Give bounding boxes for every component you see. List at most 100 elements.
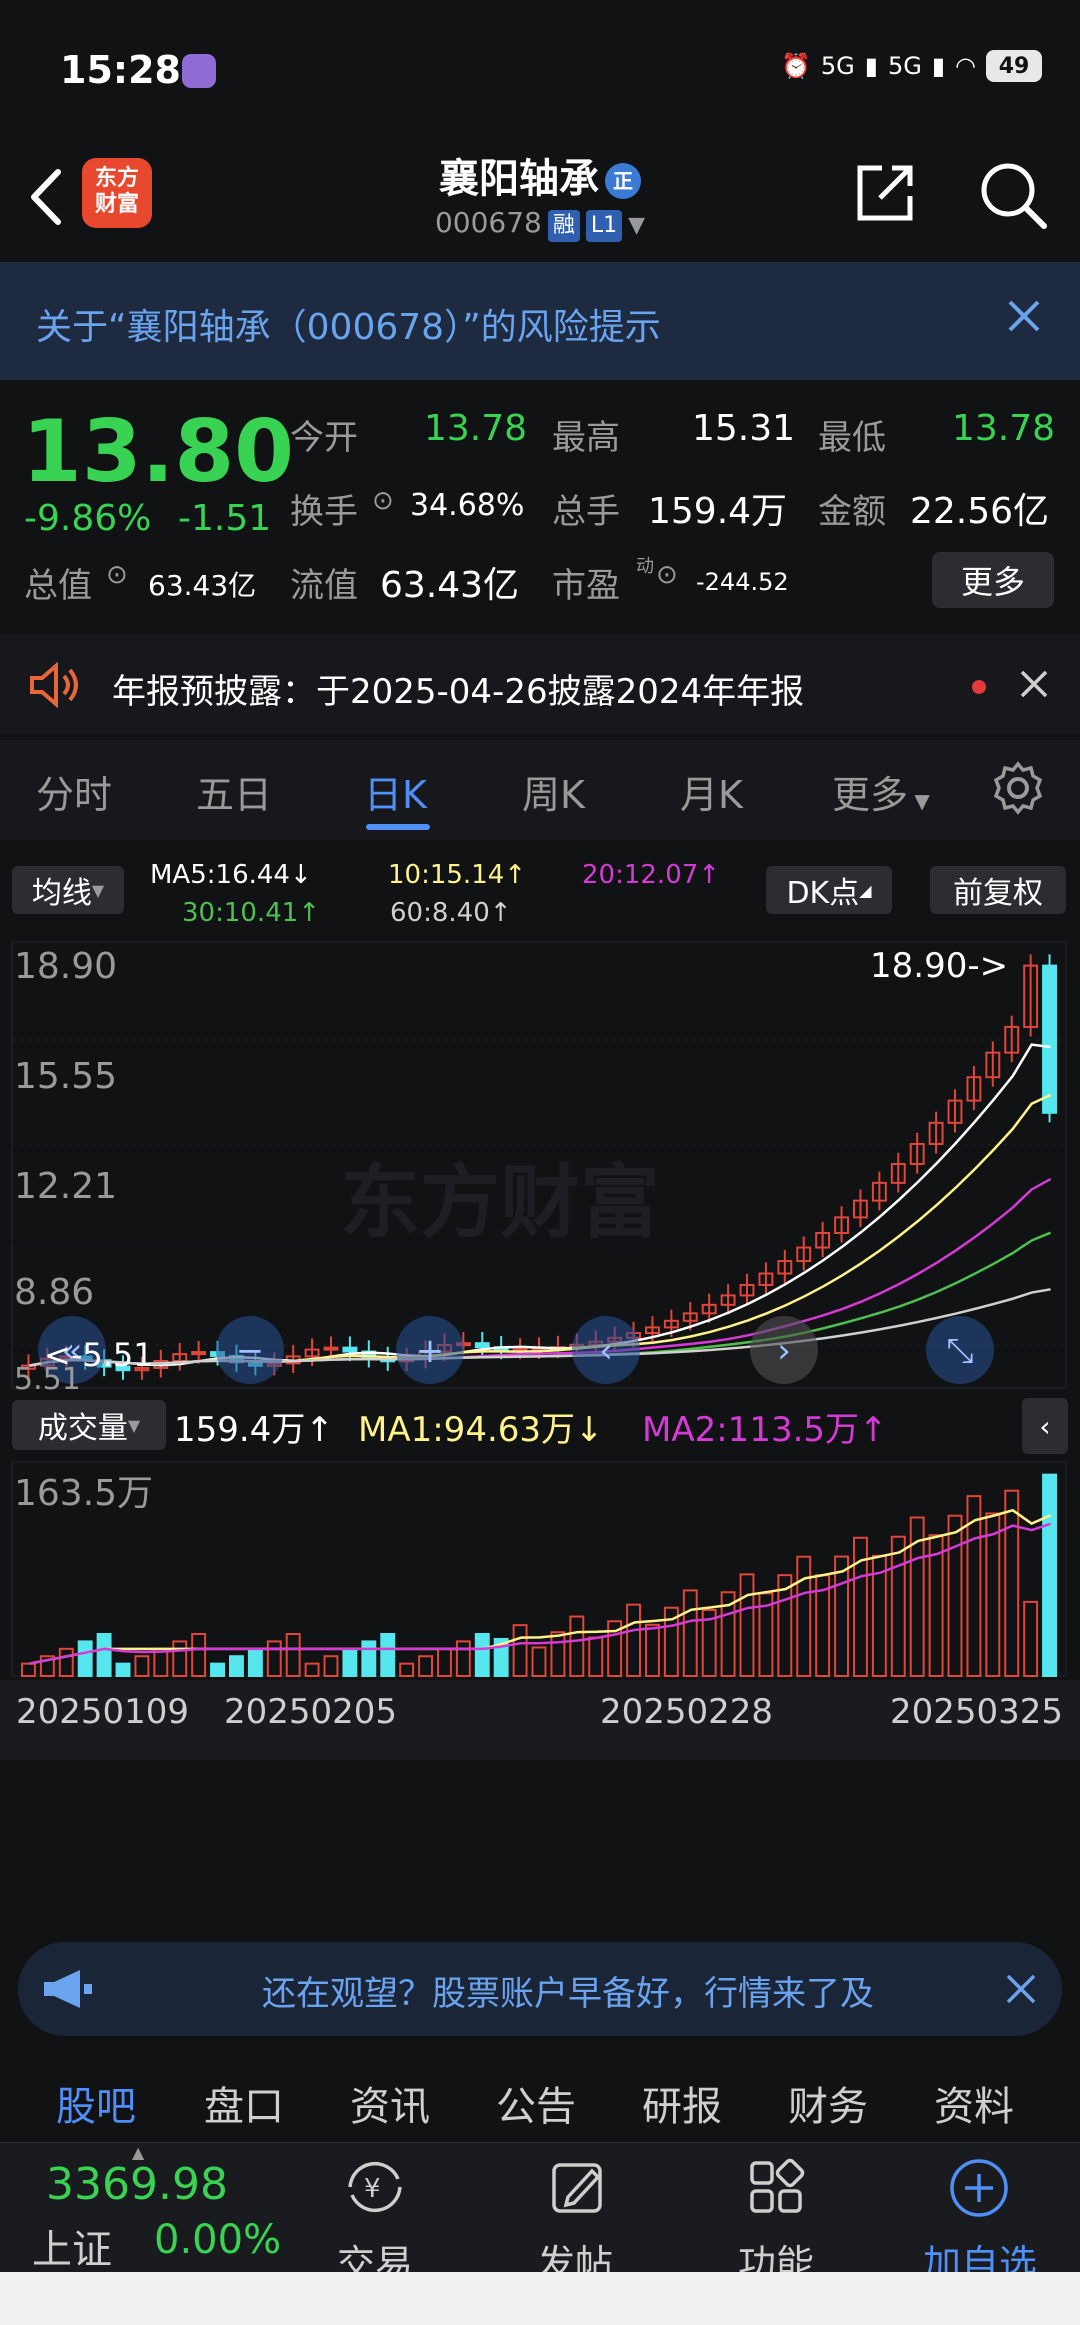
- tab-pankou[interactable]: 盘口: [204, 2074, 284, 2132]
- volume-bar: [191, 1633, 207, 1677]
- period-tabs: 分时 五日 日K 周K 月K 更多 ▼: [0, 740, 1080, 840]
- volume-bar: [361, 1640, 377, 1677]
- open-value: 13.78: [424, 408, 528, 449]
- kline-chart-area[interactable]: 均线 ▼ MA5:16.44↓ 10:15.14↑ 20:12.07↑ 30:10…: [0, 840, 1080, 1920]
- index-value[interactable]: 3369.98: [46, 2159, 228, 2210]
- ma60-legend: 60:8.40↑: [390, 898, 512, 928]
- annual-report-notice[interactable]: 年报预披露：于2025-04-26披露2024年年报: [0, 634, 1080, 734]
- app-notification-icon: [182, 54, 216, 88]
- high-label: 最高: [552, 418, 620, 458]
- pe-value: -244.52: [696, 568, 789, 596]
- index-name[interactable]: 上证: [32, 2217, 112, 2275]
- index-change[interactable]: 0.00%: [154, 2217, 281, 2263]
- tab-announcements[interactable]: 公告: [496, 2074, 576, 2132]
- volume-bar: [96, 1633, 112, 1677]
- volume-bar: [550, 1631, 566, 1677]
- stock-code: 000678: [434, 206, 542, 239]
- watermark: 东方财富: [340, 1156, 660, 1249]
- vol-ma1-legend: MA1:94.63万↓: [358, 1410, 604, 1450]
- stock-name: 襄阳轴承正: [0, 146, 1080, 204]
- close-icon[interactable]: [1018, 668, 1050, 700]
- ad-banner[interactable]: 还在观望？股票账户早备好，行情来了及: [18, 1942, 1062, 2036]
- info-icon[interactable]: ⊙: [372, 486, 394, 516]
- tab-finance[interactable]: 财务: [788, 2074, 868, 2132]
- tab-five-day[interactable]: 五日: [196, 764, 272, 819]
- ma20-legend: 20:12.07↑: [582, 860, 721, 890]
- volume-bar: [266, 1640, 282, 1677]
- info-icon-2[interactable]: ⊙: [106, 560, 128, 590]
- stock-code-row[interactable]: 000678 融 L1 ▼: [0, 206, 1080, 242]
- stock-name-text: 襄阳轴承: [439, 156, 599, 202]
- price-axis-4: 8.86: [14, 1272, 95, 1313]
- close-icon[interactable]: [1004, 1972, 1038, 2006]
- turnover-value: 34.68%: [410, 488, 525, 523]
- tab-daily-k[interactable]: 日K: [364, 764, 427, 819]
- margin-tag: 融: [547, 210, 580, 242]
- info-tabs: 股吧 盘口 资讯 公告 研报 财务 资料: [0, 2056, 1080, 2142]
- price-axis-2: 15.55: [14, 1056, 118, 1097]
- tab-guba[interactable]: 股吧: [56, 2074, 136, 2132]
- candle: [1042, 964, 1058, 1114]
- close-icon[interactable]: [1004, 296, 1044, 336]
- volume-axis-top: 163.5万: [14, 1473, 154, 1514]
- volume-bar: [58, 1647, 74, 1678]
- signal-bars-icon-2: ▮: [931, 52, 946, 80]
- wifi-icon: ◠: [955, 52, 976, 80]
- ad-text: 还在观望？股票账户早备好，行情来了及: [262, 1974, 874, 2014]
- status-time: 15:28: [60, 48, 181, 92]
- trade-icon[interactable]: ¥: [340, 2157, 410, 2217]
- info-icon-3[interactable]: ⊙: [656, 560, 678, 590]
- volume-bar: [247, 1647, 263, 1678]
- tab-monthly-k[interactable]: 月K: [680, 764, 743, 819]
- low-label: 最低: [818, 418, 886, 458]
- volume-chart[interactable]: [0, 1460, 1080, 1680]
- share-icon[interactable]: [852, 160, 918, 226]
- tab-profile[interactable]: 资料: [934, 2074, 1014, 2132]
- volume-value: 159.4万: [648, 491, 788, 532]
- pe-dynamic-sup: 动: [636, 556, 654, 577]
- volume-bar: [418, 1655, 434, 1677]
- candle: [323, 1346, 339, 1351]
- search-icon[interactable]: [978, 160, 1048, 230]
- add-circle-icon[interactable]: [948, 2157, 1010, 2219]
- min-price-marker: <-5.51: [44, 1336, 154, 1374]
- tab-news[interactable]: 资讯: [350, 2074, 430, 2132]
- grid-icon[interactable]: [746, 2157, 806, 2217]
- candle: [342, 1346, 358, 1353]
- ma5-legend: MA5:16.44↓: [150, 860, 312, 890]
- low-value: 13.78: [952, 408, 1056, 449]
- risk-warning-banner[interactable]: 关于“襄阳轴承（000678）”的风险提示: [0, 262, 1080, 380]
- dk-point-selector[interactable]: DK点 ◢: [766, 866, 892, 914]
- price-chart[interactable]: 东方财富 «− + ‹ › ⤡: [0, 940, 1080, 1390]
- volume-bar: [229, 1655, 244, 1677]
- notice-text: 年报预披露：于2025-04-26披露2024年年报: [112, 672, 805, 712]
- edit-icon[interactable]: [548, 2157, 608, 2217]
- volume-bar: [588, 1636, 604, 1677]
- collapse-chevron-icon[interactable]: ‹: [1022, 1398, 1068, 1454]
- tab-more[interactable]: 更多 ▼: [832, 764, 930, 819]
- chart-nav-glyph: ›: [777, 1331, 791, 1371]
- bottom-toolbar: ▲ 3369.98 上证 0.00% ¥ 交易 发帖 功能 加自选: [0, 2142, 1080, 2286]
- volume-legend: 159.4万↑: [174, 1410, 334, 1450]
- pe-label: 市盈: [552, 566, 620, 606]
- tab-intraday[interactable]: 分时: [36, 764, 112, 819]
- more-button[interactable]: 更多: [932, 552, 1054, 608]
- volume-bar: [1042, 1473, 1058, 1677]
- volume-bar: [455, 1640, 471, 1677]
- gear-icon[interactable]: [990, 760, 1046, 816]
- tab-research[interactable]: 研报: [642, 2074, 722, 2132]
- price-axis-3: 12.21: [14, 1166, 118, 1207]
- volume-bar: [796, 1555, 812, 1677]
- volume-bar: [172, 1640, 188, 1677]
- svg-text:¥: ¥: [364, 2174, 381, 2204]
- system-nav-bar: [0, 2272, 1080, 2325]
- chart-nav-glyph: ⤡: [946, 1331, 973, 1371]
- adjust-selector[interactable]: 前复权: [930, 866, 1066, 914]
- tab-weekly-k[interactable]: 周K: [522, 764, 585, 819]
- volume-bar: [380, 1633, 396, 1677]
- volume-label: 总手: [552, 492, 620, 532]
- volume-bar: [512, 1624, 528, 1677]
- volume-indicator-selector[interactable]: 成交量 ▼: [12, 1400, 166, 1450]
- indicator-selector[interactable]: 均线 ▼: [12, 866, 124, 914]
- ma30-legend: 30:10.41↑: [182, 898, 321, 928]
